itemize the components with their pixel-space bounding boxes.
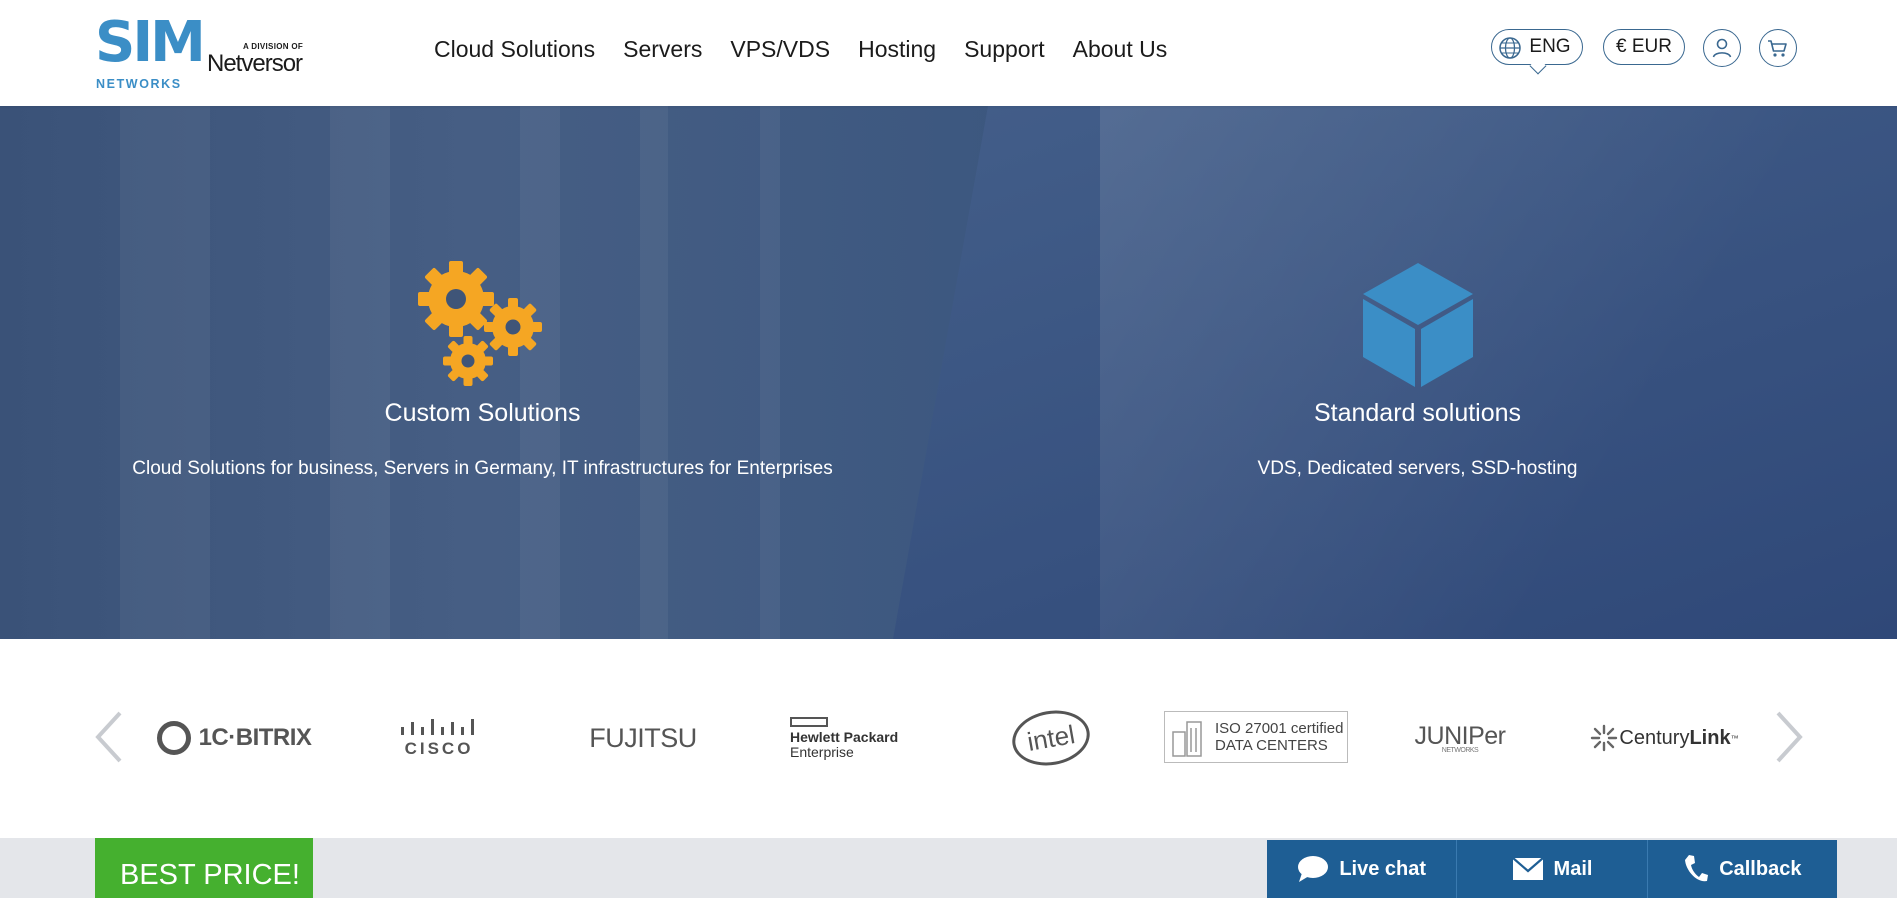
standard-solutions-panel[interactable]: Standard solutions VDS, Dedicated server… bbox=[1220, 259, 1615, 480]
partner-carousel: 1C·BITRIX CISCO FUJITSU Hewlett Packard … bbox=[0, 639, 1897, 839]
cart-icon bbox=[1768, 40, 1787, 57]
partner-logo-juniper: JUNIPer NETWORKS bbox=[1414, 722, 1506, 754]
hero-banner: Custom Solutions Cloud Solutions for bus… bbox=[0, 106, 1897, 639]
gears-icon bbox=[417, 261, 542, 386]
partner-logo-hpe: Hewlett Packard Enterprise bbox=[790, 711, 905, 765]
cart-button[interactable] bbox=[1759, 29, 1797, 67]
best-price-badge[interactable]: BEST PRICE! bbox=[95, 838, 313, 898]
bitrix-ring-icon bbox=[156, 721, 191, 755]
centurylink-burst-icon bbox=[1591, 724, 1618, 752]
speech-tail bbox=[1529, 57, 1547, 75]
logo-subtitle: NETWORKS bbox=[96, 77, 182, 91]
chat-bubble-icon bbox=[1298, 856, 1329, 882]
language-label: ENG bbox=[1529, 36, 1571, 57]
nav-about-us[interactable]: About Us bbox=[1073, 36, 1168, 63]
custom-solutions-subtitle: Cloud Solutions for business, Servers in… bbox=[132, 458, 833, 479]
nav-servers[interactable]: Servers bbox=[623, 36, 702, 63]
standard-solutions-subtitle: VDS, Dedicated servers, SSD-hosting bbox=[1257, 458, 1578, 479]
contact-bar: Live chat Mail Callback bbox=[1267, 840, 1837, 898]
custom-solutions-panel[interactable]: Custom Solutions Cloud Solutions for bus… bbox=[100, 259, 865, 480]
site-header: SIM NETWORKS A DIVISION OF Netversor Clo… bbox=[0, 0, 1897, 106]
nav-support[interactable]: Support bbox=[964, 36, 1045, 63]
partner-logo-intel: intel bbox=[1007, 704, 1095, 772]
user-icon bbox=[1712, 38, 1732, 58]
partner-logo-bitrix: 1C·BITRIX bbox=[154, 711, 314, 765]
callback-button[interactable]: Callback bbox=[1648, 840, 1837, 898]
nav-hosting[interactable]: Hosting bbox=[858, 36, 936, 63]
cisco-bars-icon bbox=[401, 719, 474, 735]
hpe-rectangle-icon bbox=[790, 716, 828, 727]
live-chat-button[interactable]: Live chat bbox=[1267, 840, 1458, 898]
custom-solutions-title: Custom Solutions bbox=[384, 399, 581, 427]
language-selector[interactable]: ENG bbox=[1491, 29, 1583, 75]
main-nav: Cloud Solutions Servers VPS/VDS Hosting … bbox=[434, 36, 1195, 63]
partner-logo-cisco: CISCO bbox=[398, 711, 480, 765]
partner-logo-centurylink: Century Link ™ bbox=[1586, 711, 1742, 765]
phone-icon bbox=[1685, 855, 1709, 882]
partner-logo-fujitsu: FUJITSU bbox=[589, 722, 697, 753]
carousel-prev-arrow-icon[interactable] bbox=[92, 709, 126, 765]
nav-vps-vds[interactable]: VPS/VDS bbox=[730, 36, 830, 63]
datacenter-building-icon bbox=[1172, 721, 1202, 757]
division-name: Netversor bbox=[207, 50, 303, 77]
carousel-next-arrow-icon[interactable] bbox=[1772, 709, 1806, 765]
mail-icon bbox=[1511, 857, 1544, 880]
nav-cloud-solutions[interactable]: Cloud Solutions bbox=[434, 36, 595, 63]
account-button[interactable] bbox=[1703, 29, 1741, 67]
logo-main: SIM bbox=[95, 10, 206, 75]
currency-selector[interactable]: € EUR bbox=[1603, 29, 1685, 65]
partner-logo-iso: ISO 27001 certified DATA CENTERS bbox=[1164, 711, 1348, 763]
standard-solutions-title: Standard solutions bbox=[1313, 399, 1522, 427]
mail-button[interactable]: Mail bbox=[1457, 840, 1648, 898]
globe-icon bbox=[1499, 37, 1521, 59]
cube-icon bbox=[1362, 263, 1473, 387]
logo[interactable]: SIM NETWORKS A DIVISION OF Netversor bbox=[95, 14, 305, 92]
